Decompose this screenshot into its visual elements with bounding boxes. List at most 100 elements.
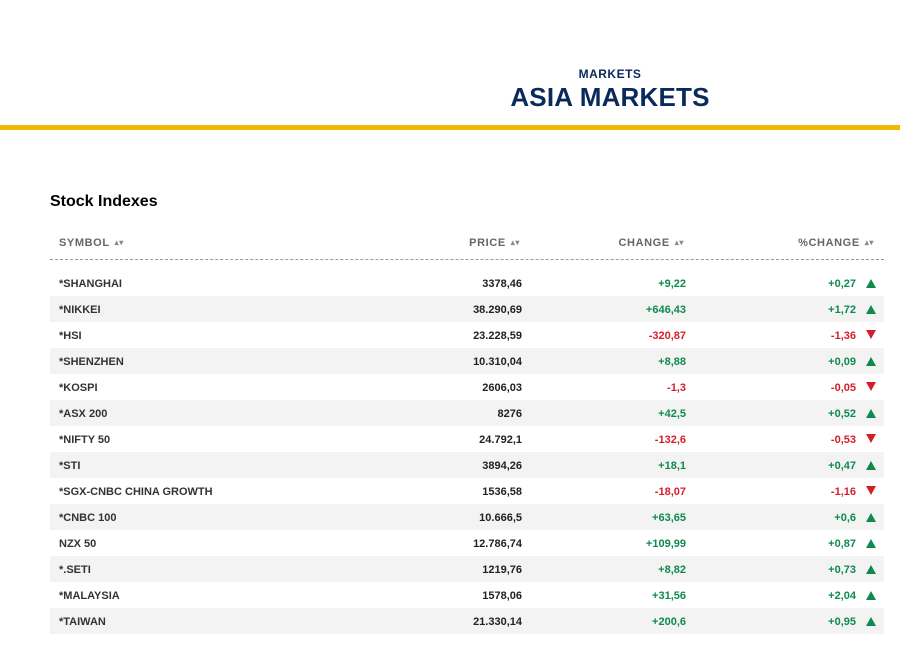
arrow-up-icon bbox=[866, 409, 876, 418]
column-header-pct-change-label: %CHANGE bbox=[798, 237, 860, 249]
column-header-pct-change[interactable]: %CHANGE ▴▾ bbox=[798, 237, 874, 249]
change-cell: -132,6 bbox=[654, 434, 686, 446]
price-cell: 24.792,1 bbox=[479, 434, 522, 446]
table-row[interactable]: *MALAYSIA 1578,06 +31,56 +2,04 bbox=[50, 582, 884, 608]
column-header-change-label: CHANGE bbox=[618, 237, 670, 249]
pct-change-cell: +0,47 bbox=[828, 460, 856, 472]
page-header: MARKETS ASIA MARKETS bbox=[0, 0, 900, 131]
column-header-change[interactable]: CHANGE ▴▾ bbox=[618, 237, 684, 249]
pct-change-cell: +2,04 bbox=[828, 590, 856, 602]
arrow-down-icon bbox=[866, 330, 876, 339]
table-row[interactable]: *SHANGHAI 3378,46 +9,22 +0,27 bbox=[50, 270, 884, 296]
table-row[interactable]: *SGX-CNBC CHINA GROWTH 1536,58 -18,07 -1,16 bbox=[50, 478, 884, 504]
arrow-down-icon bbox=[866, 486, 876, 495]
table-row[interactable]: *NIKKEI 38.290,69 +646,43 +1,72 bbox=[50, 296, 884, 322]
price-cell: 12.786,74 bbox=[473, 538, 522, 550]
symbol-cell[interactable]: *KOSPI bbox=[59, 382, 98, 394]
table-header: SYMBOL ▴▾ PRICE ▴▾ CHANGE ▴▾ %CHANGE ▴▾ bbox=[50, 230, 884, 260]
symbol-cell[interactable]: *SHANGHAI bbox=[59, 278, 122, 290]
symbol-cell[interactable]: *MALAYSIA bbox=[59, 590, 120, 602]
symbol-cell[interactable]: *ASX 200 bbox=[59, 408, 107, 420]
table-row[interactable]: *NIFTY 50 24.792,1 -132,6 -0,53 bbox=[50, 426, 884, 452]
change-cell: +8,88 bbox=[658, 356, 686, 368]
sort-arrows-icon: ▴▾ bbox=[510, 238, 520, 247]
pct-change-cell: +0,09 bbox=[828, 356, 856, 368]
change-cell: -320,87 bbox=[648, 330, 686, 342]
change-cell: +18,1 bbox=[658, 460, 686, 472]
pct-change-cell: +0,6 bbox=[834, 512, 856, 524]
table-body: *SHANGHAI 3378,46 +9,22 +0,27 *NIKKEI 38.290,… bbox=[50, 270, 884, 634]
price-cell: 10.666,5 bbox=[479, 512, 522, 524]
price-cell: 23.228,59 bbox=[473, 330, 522, 342]
symbol-cell[interactable]: *NIKKEI bbox=[59, 304, 101, 316]
arrow-up-icon bbox=[866, 305, 876, 314]
table-row[interactable]: *CNBC 100 10.666,5 +63,65 +0,6 bbox=[50, 504, 884, 530]
price-cell: 1536,58 bbox=[482, 486, 522, 498]
pct-change-cell: -0,05 bbox=[830, 382, 856, 394]
pct-change-cell: +0,52 bbox=[828, 408, 856, 420]
change-cell: +31,56 bbox=[652, 590, 686, 602]
markets-link[interactable]: MARKETS bbox=[510, 67, 710, 81]
arrow-up-icon bbox=[866, 591, 876, 600]
pct-change-cell: -0,53 bbox=[830, 434, 856, 446]
pct-change-cell: -1,36 bbox=[830, 330, 856, 342]
column-header-symbol-label: SYMBOL bbox=[59, 237, 110, 249]
arrow-up-icon bbox=[866, 617, 876, 626]
change-cell: -1,3 bbox=[667, 382, 686, 394]
price-cell: 38.290,69 bbox=[473, 304, 522, 316]
pct-change-cell: +0,73 bbox=[828, 564, 856, 576]
pct-change-cell: +0,95 bbox=[828, 616, 856, 628]
header-accent-rule bbox=[0, 125, 900, 130]
symbol-cell[interactable]: *SHENZHEN bbox=[59, 356, 124, 368]
arrow-down-icon bbox=[866, 382, 876, 391]
column-header-price[interactable]: PRICE ▴▾ bbox=[469, 237, 520, 249]
symbol-cell[interactable]: *NIFTY 50 bbox=[59, 434, 110, 446]
pct-change-cell: -1,16 bbox=[830, 486, 856, 498]
arrow-up-icon bbox=[866, 461, 876, 470]
arrow-up-icon bbox=[866, 357, 876, 366]
pct-change-cell: +0,87 bbox=[828, 538, 856, 550]
symbol-cell[interactable]: *TAIWAN bbox=[59, 616, 106, 628]
symbol-cell[interactable]: *CNBC 100 bbox=[59, 512, 116, 524]
table-row[interactable]: *STI 3894,26 +18,1 +0,47 bbox=[50, 452, 884, 478]
table-row[interactable]: *KOSPI 2606,03 -1,3 -0,05 bbox=[50, 374, 884, 400]
change-cell: +63,65 bbox=[652, 512, 686, 524]
change-cell: +646,43 bbox=[645, 304, 686, 316]
change-cell: +200,6 bbox=[652, 616, 686, 628]
change-cell: +9,22 bbox=[658, 278, 686, 290]
arrow-up-icon bbox=[866, 565, 876, 574]
change-cell: +42,5 bbox=[658, 408, 686, 420]
table-row[interactable]: NZX 50 12.786,74 +109,99 +0,87 bbox=[50, 530, 884, 556]
sort-arrows-icon: ▴▾ bbox=[674, 238, 684, 247]
arrow-up-icon bbox=[866, 539, 876, 548]
page-title: ASIA MARKETS bbox=[510, 82, 710, 112]
column-header-price-label: PRICE bbox=[469, 237, 506, 249]
column-header-symbol[interactable]: SYMBOL ▴▾ bbox=[59, 237, 124, 249]
table-row[interactable]: *ASX 200 8276 +42,5 +0,52 bbox=[50, 400, 884, 426]
table-row[interactable]: *HSI 23.228,59 -320,87 -1,36 bbox=[50, 322, 884, 348]
stock-indexes-table: SYMBOL ▴▾ PRICE ▴▾ CHANGE ▴▾ %CHANGE ▴▾ *SHA… bbox=[50, 230, 884, 634]
sort-arrows-icon: ▴▾ bbox=[864, 238, 874, 247]
sort-arrows-icon: ▴▾ bbox=[114, 238, 124, 247]
price-cell: 3378,46 bbox=[482, 278, 522, 290]
table-row[interactable]: *.SETI 1219,76 +8,82 +0,73 bbox=[50, 556, 884, 582]
price-cell: 3894,26 bbox=[482, 460, 522, 472]
symbol-cell[interactable]: *SGX-CNBC CHINA GROWTH bbox=[59, 486, 213, 498]
pct-change-cell: +1,72 bbox=[828, 304, 856, 316]
symbol-cell[interactable]: *HSI bbox=[59, 330, 82, 342]
symbol-cell[interactable]: *.SETI bbox=[59, 564, 91, 576]
table-row[interactable]: *SHENZHEN 10.310,04 +8,88 +0,09 bbox=[50, 348, 884, 374]
price-cell: 1578,06 bbox=[482, 590, 522, 602]
table-row[interactable]: *TAIWAN 21.330,14 +200,6 +0,95 bbox=[50, 608, 884, 634]
symbol-cell[interactable]: *STI bbox=[59, 460, 80, 472]
arrow-up-icon bbox=[866, 513, 876, 522]
change-cell: +109,99 bbox=[645, 538, 686, 550]
section-title: Stock Indexes bbox=[50, 193, 158, 210]
arrow-up-icon bbox=[866, 279, 876, 288]
price-cell: 2606,03 bbox=[482, 382, 522, 394]
price-cell: 8276 bbox=[497, 408, 522, 420]
asia-markets-page: MARKETS ASIA MARKETS Stock Indexes SYMBO… bbox=[0, 0, 900, 663]
change-cell: +8,82 bbox=[658, 564, 686, 576]
symbol-cell[interactable]: NZX 50 bbox=[59, 538, 96, 550]
arrow-down-icon bbox=[866, 434, 876, 443]
